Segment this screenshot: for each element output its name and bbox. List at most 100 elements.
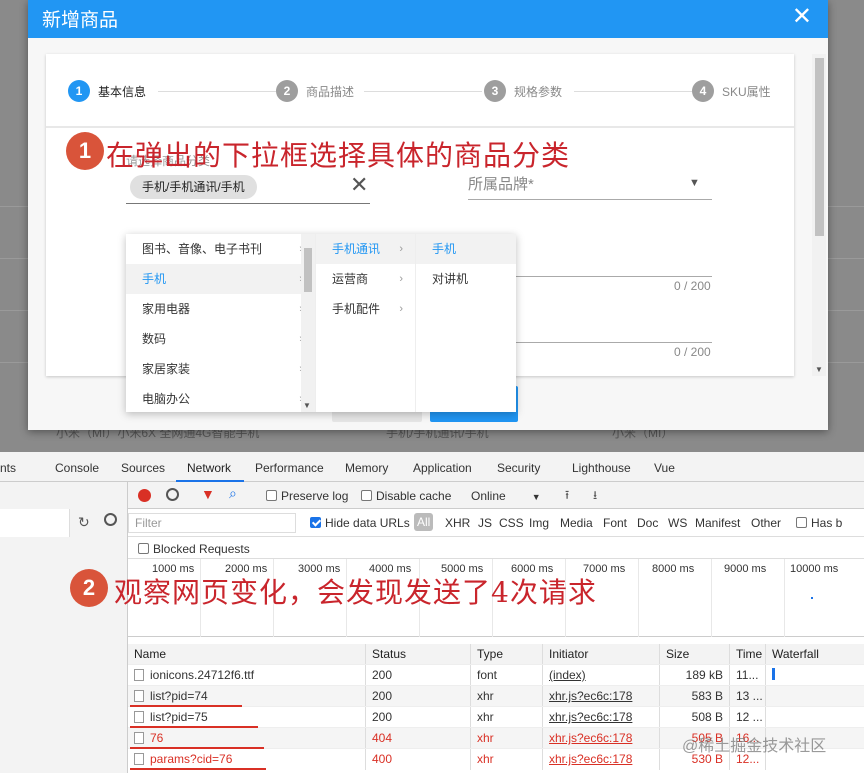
cascader-option[interactable]: 家用电器› [126,294,315,324]
has-blocked-cookies-checkbox[interactable]: Has b [796,516,842,530]
filter-type-img[interactable]: Img [529,516,549,530]
initiator-link[interactable]: xhr.js?ec6c:178 [543,728,660,749]
cascader-option[interactable]: 数码› [126,324,315,354]
step-number: 2 [276,80,298,102]
column-header-status[interactable]: Status [366,644,471,664]
filter-type-xhr[interactable]: XHR [445,516,470,530]
network-filter-bar: Filter Hide data URLs All XHR JS CSS Img… [128,509,864,537]
tab-network[interactable]: Network [187,461,231,475]
filter-type-js[interactable]: JS [478,516,492,530]
step-label: 基本信息 [98,84,147,99]
step-number: 1 [68,80,90,102]
disable-cache-checkbox[interactable]: Disable cache [361,489,451,503]
search-icon[interactable]: ⌕ [229,485,237,502]
export-har-icon[interactable]: ⭳ [593,486,597,507]
column-header-time[interactable]: Time [730,644,766,664]
category-cascader: 图书、音像、电子书刊› 手机› 家用电器› 数码› 家居家装› 电脑办公› ▼ … [126,234,516,412]
filter-icon[interactable]: ▼ [201,486,215,502]
initiator-link[interactable]: xhr.js?ec6c:178 [543,749,660,770]
cascader-option[interactable]: 图书、音像、电子书刊› [126,234,315,264]
cascader-option[interactable]: 手机 [416,234,516,264]
hide-data-urls-checkbox[interactable]: Hide data URLs [310,516,410,530]
tab-memory[interactable]: Memory [345,461,388,475]
filter-type-all[interactable]: All [414,513,434,531]
column-header-size[interactable]: Size [660,644,730,664]
cascader-option[interactable]: 家居家装› [126,354,315,384]
blocked-requests-bar: Blocked Requests [128,537,864,559]
step-spec-params[interactable]: 3 规格参数 [484,80,562,102]
category-chip[interactable]: 手机/手机通讯/手机 [130,175,257,199]
table-row[interactable]: ionicons.24712f6.ttf 200 font (index) 18… [128,664,864,686]
filter-type-css[interactable]: CSS [499,516,524,530]
column-header-name[interactable]: Name [128,644,366,664]
timeline-tick-label: 8000 ms [652,563,695,575]
step-basic-info[interactable]: 1 基本信息 [68,80,146,102]
filter-type-font[interactable]: Font [603,516,627,530]
dialog-header: 新增商品 ✕ [28,0,828,38]
throttling-select[interactable]: Online ▼ [471,489,541,503]
step-label: SKU属性 [722,84,771,99]
tab-performance[interactable]: Performance [255,461,324,475]
record-icon[interactable] [138,489,151,502]
chevron-right-icon: › [399,303,403,315]
clear-log-icon[interactable] [166,488,179,501]
dialog-scrollbar[interactable]: ▼ [812,54,826,376]
step-label: 商品描述 [306,84,355,99]
clear-icon[interactable]: ✕ [350,172,368,198]
close-icon[interactable]: ✕ [792,2,812,31]
cascader-option[interactable]: 运营商 › [316,264,415,294]
initiator-link[interactable]: (index) [543,665,660,686]
cascader-option[interactable]: 电脑办公› [126,384,315,414]
cascader-column-1: 图书、音像、电子书刊› 手机› 家用电器› 数码› 家居家装› 电脑办公› ▼ [126,234,316,412]
blocked-requests-checkbox[interactable]: Blocked Requests [138,542,250,556]
brand-select[interactable]: 所属品牌* [468,173,534,194]
caret-down-icon[interactable]: ▼ [689,177,700,189]
column-header-type[interactable]: Type [471,644,543,664]
filter-type-other[interactable]: Other [751,516,781,530]
filter-type-media[interactable]: Media [560,516,593,530]
tab-elements[interactable]: nts [0,461,16,475]
import-har-icon[interactable]: ⭱ [565,486,569,507]
cascader-scrollbar[interactable]: ▼ [301,234,315,412]
annotation-underline [130,726,258,728]
step-description[interactable]: 2 商品描述 [276,80,354,102]
refresh-icon[interactable]: ↻ [78,514,90,531]
tab-security[interactable]: Security [497,461,540,475]
column-header-initiator[interactable]: Initiator [543,644,660,664]
waterfall-bar [772,668,775,680]
tab-vue[interactable]: Vue [654,461,675,475]
annotation-text: 观察网页变化，会发现发送了4次请求 [114,576,597,609]
filter-input[interactable]: Filter [128,513,296,533]
filter-type-manifest[interactable]: Manifest [695,516,740,530]
block-icon[interactable] [104,513,117,526]
initiator-link[interactable]: xhr.js?ec6c:178 [543,707,660,728]
initiator-link[interactable]: xhr.js?ec6c:178 [543,686,660,707]
file-icon [134,690,144,702]
preserve-log-checkbox[interactable]: Preserve log [266,489,348,503]
file-icon [134,711,144,723]
file-icon [134,669,144,681]
table-row[interactable]: list?pid=75 200 xhr xhr.js?ec6c:178 508 … [128,706,864,728]
cascader-option[interactable]: 对讲机 [416,264,516,294]
tab-application[interactable]: Application [413,461,472,475]
cascader-option[interactable]: 手机通讯 › [316,234,415,264]
timeline-tick-label: 10000 ms [790,563,839,575]
watermark: @稀土掘金技术社区 [682,738,827,755]
cascader-option[interactable]: 手机配件 › [316,294,415,324]
annotation-underline [130,768,266,770]
filter-type-doc[interactable]: Doc [637,516,658,530]
table-row[interactable]: list?pid=74 200 xhr xhr.js?ec6c:178 583 … [128,685,864,707]
annotation-underline [130,747,264,749]
step-sku[interactable]: 4 SKU属性 [692,80,771,102]
cascader-option[interactable]: 手机› [126,264,315,294]
tab-console[interactable]: Console [55,461,99,475]
char-counter: 0 / 200 [674,279,711,293]
filter-type-ws[interactable]: WS [668,516,687,530]
devtools-left-pane: ↻ [0,482,128,773]
column-header-waterfall[interactable]: Waterfall [766,644,864,664]
tab-sources[interactable]: Sources [121,461,165,475]
tab-lighthouse[interactable]: Lighthouse [572,461,631,475]
annotation-badge: 2 [70,569,108,607]
step-number: 4 [692,80,714,102]
devtools-panel: nts Console Sources Network Performance … [0,452,864,773]
